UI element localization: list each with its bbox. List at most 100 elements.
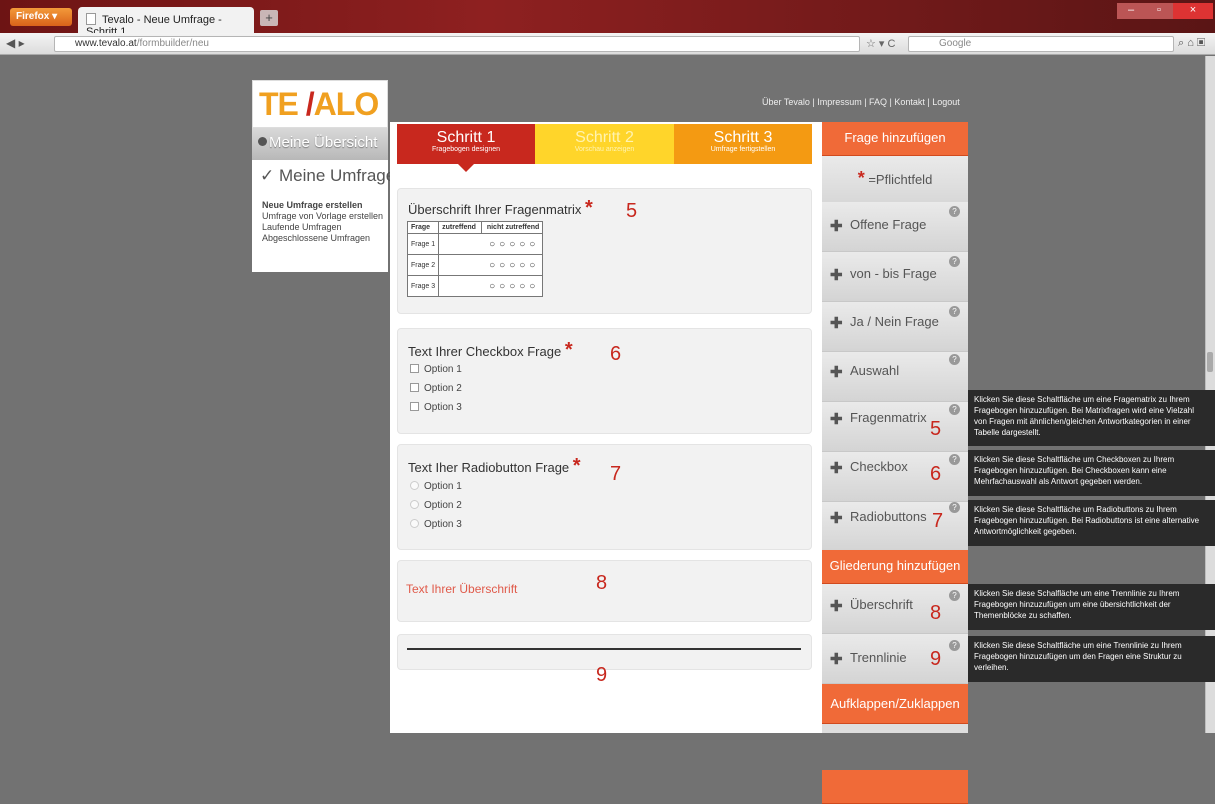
url-host: www.tevalo.at — [75, 38, 137, 49]
back-forward-icon[interactable]: ◀ ▸ — [6, 36, 25, 50]
checkbox-icon[interactable] — [410, 364, 419, 373]
help-icon[interactable]: ? — [949, 306, 960, 317]
step-subtitle: Fragebogen designen — [431, 146, 501, 153]
scrollbar-thumb[interactable] — [1207, 352, 1213, 372]
search-input[interactable]: Google — [908, 36, 1174, 52]
matrix-header: Frage — [406, 221, 440, 234]
callout-9: 9 — [596, 664, 608, 686]
add-matrix-button[interactable]: ✚ Fragenmatrix? — [822, 402, 968, 452]
add-question-header: Frage hinzufügen — [822, 122, 968, 156]
step-3-tab[interactable]: Schritt 3 Umfrage fertigstellen — [674, 124, 812, 164]
help-icon[interactable]: ? — [949, 502, 960, 513]
plus-icon: ✚ — [830, 315, 843, 332]
add-heading-button[interactable]: ✚ Überschrift? — [822, 584, 968, 634]
logo-part: ALO — [313, 86, 380, 122]
help-icon[interactable]: ? — [949, 206, 960, 217]
maximize-icon[interactable]: ▫ — [1145, 3, 1173, 19]
bookmark-reload-icons[interactable]: ☆ ▾ C — [866, 37, 895, 50]
checkbox-option[interactable]: Option 2 — [410, 383, 462, 394]
step-subtitle: Vorschau anzeigen — [574, 146, 635, 153]
browser-tab[interactable]: Tevalo - Neue Umfrage - Schritt 1 — [78, 7, 254, 38]
firefox-menu-button[interactable]: Firefox ▾ — [10, 8, 72, 26]
step-1-tab[interactable]: Schritt 1 Fragebogen designen — [397, 124, 535, 164]
item-callout-7: 7 — [932, 510, 944, 532]
item-label: Trennlinie — [850, 650, 907, 665]
required-star-icon: * — [564, 339, 573, 361]
collapse-button[interactable]: Aufklappen/Zuklappen — [822, 684, 968, 724]
matrix-row-label: Frage 1 — [406, 233, 440, 255]
item-label: Checkbox — [850, 459, 908, 474]
item-callout-5: 5 — [930, 418, 942, 440]
checkbox-option[interactable]: Option 1 — [410, 364, 462, 375]
help-icon[interactable]: ? — [949, 590, 960, 601]
help-icon[interactable]: ? — [949, 256, 960, 267]
toolbar-icons[interactable]: ⌕ ⌂ ▣ — [1178, 37, 1205, 50]
site-logo[interactable]: TE /ALO — [252, 80, 388, 128]
item-label: von - bis Frage — [850, 266, 937, 281]
callout-6: 6 — [610, 343, 622, 365]
minimize-icon[interactable]: – — [1117, 3, 1145, 19]
nav-surveys[interactable]: ✓ Meine Umfragen — [252, 166, 405, 186]
link-template-survey[interactable]: Umfrage von Vorlage erstellen — [262, 211, 383, 222]
top-links[interactable]: Über Tevalo | Impressum | FAQ | Kontakt … — [762, 97, 960, 107]
callout-7: 7 — [610, 463, 622, 485]
url-bar[interactable]: www.tevalo.at/formbuilder/neu — [54, 36, 860, 52]
add-choice-question-button[interactable]: ✚ Auswahl? — [822, 352, 968, 402]
radio-icon[interactable] — [410, 481, 419, 490]
radio-question-card[interactable]: Text Iher Radiobutton Frage * — [397, 444, 812, 550]
help-icon[interactable]: ? — [949, 640, 960, 651]
link-closed-surveys[interactable]: Abgeschlossene Umfragen — [262, 233, 383, 244]
checkbox-icon[interactable] — [410, 402, 419, 411]
link-new-survey[interactable]: Neue Umfrage erstellen — [262, 200, 383, 211]
search-placeholder: Google — [939, 38, 972, 49]
callout-5: 5 — [626, 200, 638, 222]
item-label: Ja / Nein Frage — [850, 314, 939, 329]
step-title: Schritt 3 — [713, 129, 773, 146]
matrix-radios[interactable]: ○○○○○ — [438, 254, 544, 276]
new-tab-button[interactable]: + — [260, 10, 278, 26]
radio-option[interactable]: Option 2 — [410, 500, 462, 511]
checkbox-question-card[interactable]: Text Ihrer Checkbox Frage * — [397, 328, 812, 434]
required-label: =Pflichtfeld — [868, 172, 933, 187]
radio-title: Text Iher Radiobutton Frage * — [408, 455, 581, 477]
link-running-surveys[interactable]: Laufende Umfragen — [262, 222, 383, 233]
item-label: Überschrift — [850, 597, 913, 612]
matrix-header: zutreffend — [438, 221, 482, 234]
add-divider-button[interactable]: ✚ Trennlinie? — [822, 634, 968, 684]
firefox-menu-label: Firefox — [16, 11, 50, 22]
logo-part: / — [305, 86, 315, 122]
help-icon[interactable]: ? — [949, 404, 960, 415]
required-star-icon: * — [572, 455, 581, 477]
radio-icon[interactable] — [410, 519, 419, 528]
plus-icon: ✚ — [830, 510, 843, 527]
spacer8 — [822, 770, 968, 804]
nav-overview[interactable]: Meine Übersicht — [252, 128, 388, 160]
step-title: Schritt 1 — [436, 129, 496, 146]
item-label: Fragenmatrix — [850, 410, 927, 425]
help-icon[interactable]: ? — [949, 354, 960, 365]
required-legend: * =Pflichtfeld — [822, 156, 968, 202]
matrix-row-label: Frage 3 — [406, 275, 440, 297]
heading-text: Text Ihrer Überschrift — [406, 582, 518, 596]
add-range-question-button[interactable]: ✚ von - bis Frage? — [822, 252, 968, 302]
radio-option[interactable]: Option 1 — [410, 481, 462, 492]
step-2-tab[interactable]: Schritt 2 Vorschau anzeigen — [535, 124, 674, 164]
add-checkbox-button[interactable]: ✚ Checkbox? — [822, 452, 968, 502]
close-icon[interactable]: × — [1173, 3, 1213, 19]
window-controls: – ▫ × — [1117, 3, 1215, 19]
checkbox-option[interactable]: Option 3 — [410, 402, 462, 413]
nav-overview-label: Meine Übersicht — [269, 134, 378, 151]
radio-option[interactable]: Option 3 — [410, 519, 462, 530]
add-open-question-button[interactable]: ✚ Offene Frage? — [822, 202, 968, 252]
radio-icon[interactable] — [410, 500, 419, 509]
add-yes-no-question-button[interactable]: ✚ Ja / Nein Frage? — [822, 302, 968, 352]
matrix-radios[interactable]: ○○○○○ — [438, 275, 544, 297]
bullet-icon — [258, 137, 267, 146]
plus-icon: ✚ — [830, 460, 843, 477]
plus-icon: ✚ — [830, 218, 843, 235]
logo-part: TE — [259, 86, 299, 122]
help-icon[interactable]: ? — [949, 454, 960, 465]
matrix-radios[interactable]: ○○○○○ — [438, 233, 544, 255]
checkbox-icon[interactable] — [410, 383, 419, 392]
add-radiobuttons-button[interactable]: ✚ Radiobuttons? — [822, 502, 968, 552]
